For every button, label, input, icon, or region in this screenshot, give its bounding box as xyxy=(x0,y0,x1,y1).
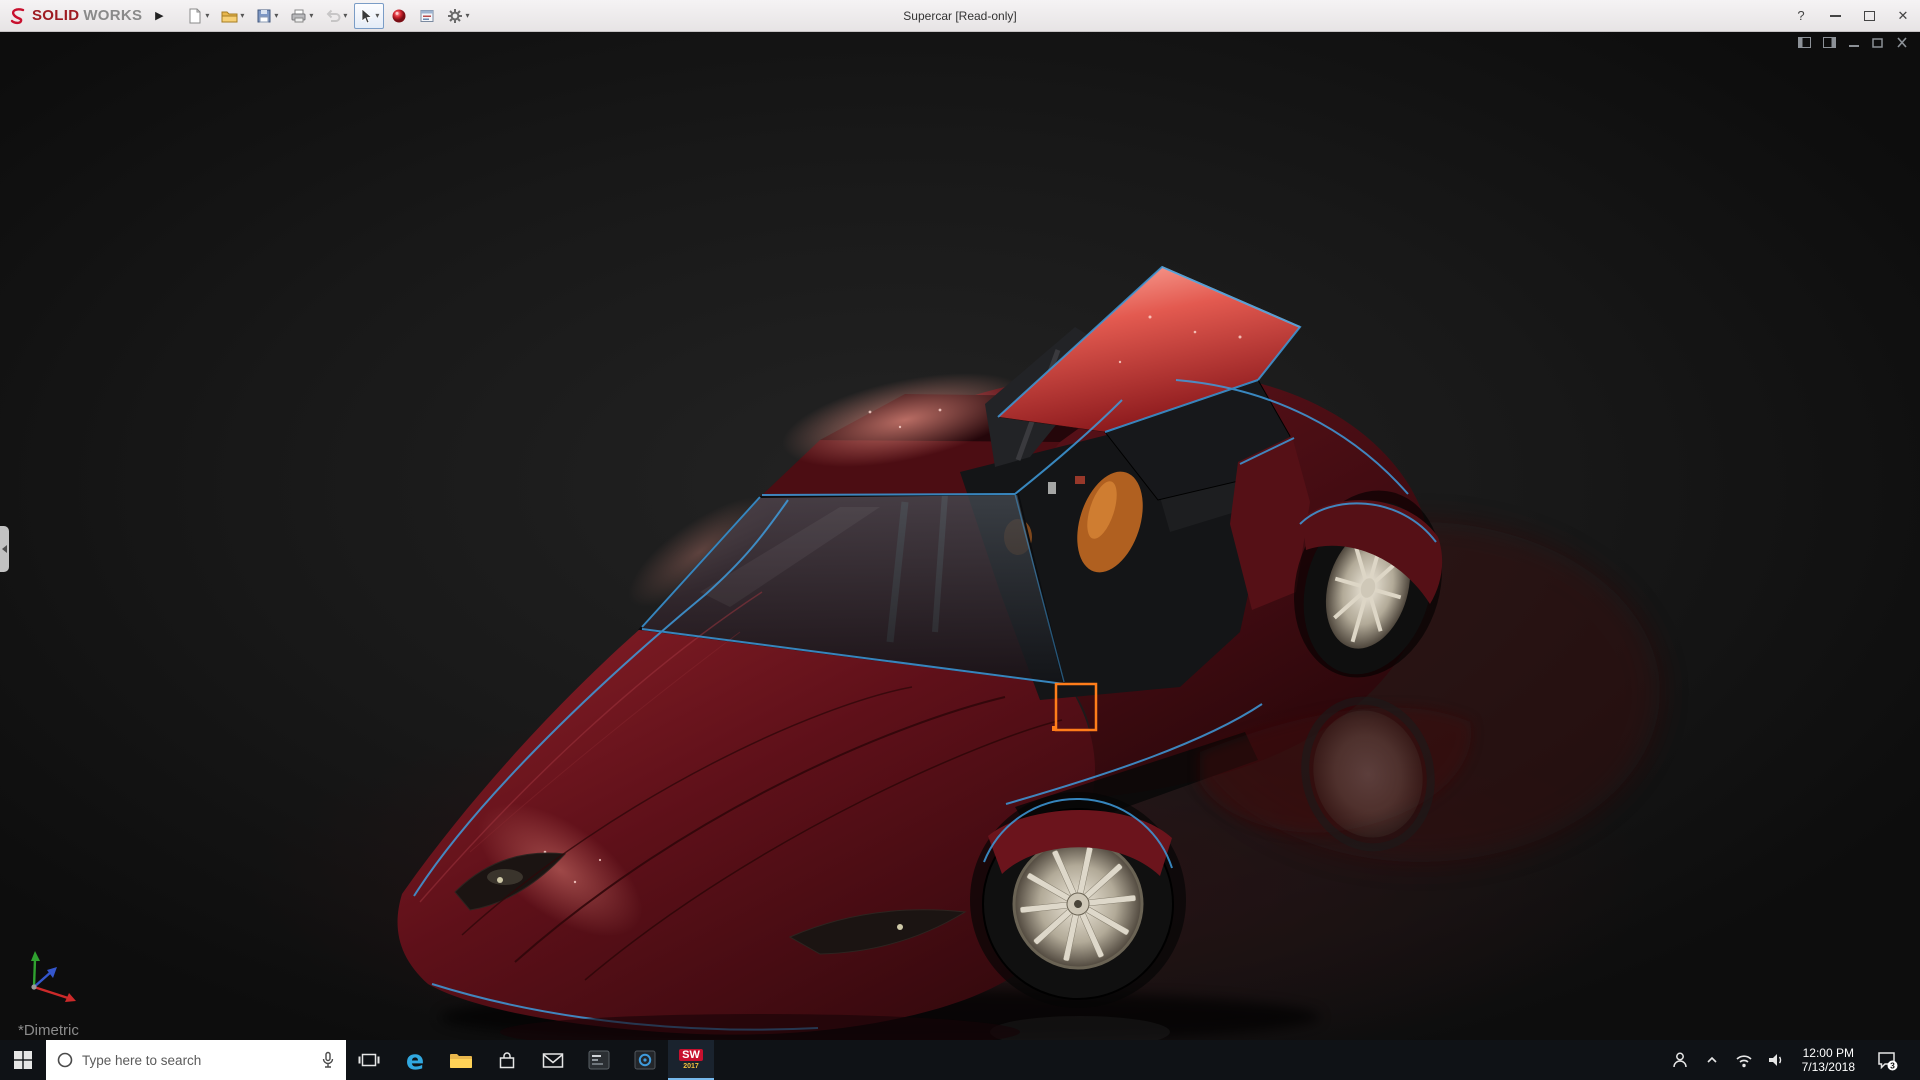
dropdown-arrow-icon[interactable]: ▾ xyxy=(240,12,244,20)
taskbar-clock[interactable]: 12:00 PM 7/13/2018 xyxy=(1794,1046,1863,1074)
sw-year-text: 2017 xyxy=(683,1062,699,1072)
cortana-icon xyxy=(56,1051,74,1069)
display-settings-button[interactable] xyxy=(414,3,440,29)
headlight-left-inner xyxy=(487,869,523,885)
file-explorer-icon xyxy=(449,1050,473,1070)
task-view-button[interactable] xyxy=(346,1040,392,1080)
rollcage-joint xyxy=(1048,482,1056,494)
dropdown-arrow-icon[interactable]: ▾ xyxy=(274,12,278,20)
orientation-triad xyxy=(20,947,84,1014)
mail-button[interactable] xyxy=(530,1040,576,1080)
appearance-button[interactable] xyxy=(386,3,412,29)
minimize-button[interactable] xyxy=(1818,0,1852,31)
action-center-button[interactable]: 3 xyxy=(1867,1049,1907,1071)
close-button[interactable]: ✕ xyxy=(1886,0,1920,31)
gear-icon xyxy=(447,8,463,24)
wifi-icon xyxy=(1734,1051,1754,1069)
open-button[interactable]: ▾ xyxy=(216,3,249,29)
search-input[interactable] xyxy=(82,1053,312,1068)
microphone-icon[interactable] xyxy=(320,1051,336,1069)
system-tray: 12:00 PM 7/13/2018 3 xyxy=(1666,1040,1920,1080)
brand-solid: SOLID xyxy=(32,7,79,24)
chevron-up-icon xyxy=(1704,1052,1720,1068)
volume-button[interactable] xyxy=(1762,1040,1790,1080)
save-icon xyxy=(256,8,272,24)
windows-logo-icon xyxy=(14,1051,32,1069)
3d-viewer-icon xyxy=(634,1050,656,1070)
doc-minimize-button[interactable] xyxy=(1848,37,1860,48)
solidworks-logo-icon xyxy=(8,7,28,25)
doc-restore-button[interactable] xyxy=(1872,37,1884,48)
new-document-button[interactable]: ▾ xyxy=(182,3,214,29)
titlebar-left: SOLIDWORKS ▶ ▾ ▾ xyxy=(0,0,474,31)
brand-works: WORKS xyxy=(83,7,142,24)
solidworks-brand: SOLIDWORKS xyxy=(8,7,142,25)
undo-icon xyxy=(325,8,341,24)
headlight-left-bulb xyxy=(497,877,503,883)
cockpit-accent xyxy=(1075,476,1085,484)
options-button[interactable]: ▾ xyxy=(442,3,474,29)
edrawings-button[interactable] xyxy=(622,1040,668,1080)
pane-right-button[interactable] xyxy=(1823,37,1836,48)
solidworks-app-button[interactable]: SW 2017 xyxy=(668,1040,714,1080)
graphics-viewport[interactable]: *Dimetric xyxy=(0,32,1920,1040)
sw-logo-text: SW xyxy=(679,1049,703,1061)
view-orientation-label: *Dimetric xyxy=(18,1022,79,1039)
feature-tree-flyout-tab[interactable] xyxy=(0,526,9,572)
mail-icon xyxy=(542,1051,564,1069)
open-folder-icon xyxy=(221,8,238,24)
store-button[interactable] xyxy=(484,1040,530,1080)
appearance-sphere-icon xyxy=(391,8,407,24)
dropdown-arrow-icon[interactable]: ▾ xyxy=(343,12,347,20)
clock-date: 7/13/2018 xyxy=(1802,1060,1855,1074)
app-titlebar: SOLIDWORKS ▶ ▾ ▾ xyxy=(0,0,1920,32)
solidworks-app-icon: SW 2017 xyxy=(679,1049,703,1072)
network-button[interactable] xyxy=(1730,1040,1758,1080)
select-tool-button[interactable]: ▾ xyxy=(354,3,384,29)
quick-access-toolbar: ▾ ▾ ▾ xyxy=(182,3,474,29)
menu-expand-button[interactable]: ▶ xyxy=(150,5,168,27)
start-button[interactable] xyxy=(0,1040,46,1080)
snip-tool-button[interactable] xyxy=(576,1040,622,1080)
windows-taskbar: e xyxy=(0,1040,1920,1080)
print-button[interactable]: ▾ xyxy=(285,3,318,29)
new-document-icon xyxy=(187,8,203,24)
speaker-icon xyxy=(1766,1051,1786,1069)
doc-close-button[interactable] xyxy=(1896,37,1908,48)
desktop-screen: SOLIDWORKS ▶ ▾ ▾ xyxy=(0,0,1920,1080)
pane-left-button[interactable] xyxy=(1798,37,1811,48)
display-settings-icon xyxy=(419,8,435,24)
dropdown-arrow-icon[interactable]: ▾ xyxy=(465,12,469,20)
action-center-badge: 3 xyxy=(1890,1060,1895,1070)
select-cursor-icon xyxy=(359,8,373,24)
taskbar-search[interactable] xyxy=(46,1040,346,1080)
dropdown-arrow-icon[interactable]: ▾ xyxy=(375,12,379,20)
maximize-button[interactable] xyxy=(1852,0,1886,31)
document-window-controls xyxy=(1798,37,1908,48)
maximize-icon xyxy=(1864,11,1875,21)
clock-time: 12:00 PM xyxy=(1802,1046,1855,1060)
people-button[interactable] xyxy=(1666,1040,1694,1080)
notification-icon: 3 xyxy=(1876,1049,1898,1071)
save-button[interactable]: ▾ xyxy=(251,3,283,29)
window-controls: ? ✕ xyxy=(1784,0,1920,31)
tray-overflow-button[interactable] xyxy=(1698,1040,1726,1080)
edge-icon: e xyxy=(406,1045,424,1076)
flyout-arrow-icon xyxy=(2,545,7,553)
task-view-icon xyxy=(358,1051,380,1069)
print-icon xyxy=(290,8,307,24)
file-explorer-button[interactable] xyxy=(438,1040,484,1080)
dropdown-arrow-icon[interactable]: ▾ xyxy=(205,12,209,20)
3d-scene xyxy=(0,32,1920,1040)
help-button[interactable]: ? xyxy=(1784,0,1818,31)
people-icon xyxy=(1670,1050,1690,1070)
store-bag-icon xyxy=(497,1050,517,1070)
headlight-right-bulb xyxy=(897,924,903,930)
minimize-icon xyxy=(1830,15,1841,17)
app-window-icon xyxy=(588,1050,610,1070)
edge-button[interactable]: e xyxy=(392,1040,438,1080)
dropdown-arrow-icon[interactable]: ▾ xyxy=(309,12,313,20)
undo-button[interactable]: ▾ xyxy=(320,3,352,29)
